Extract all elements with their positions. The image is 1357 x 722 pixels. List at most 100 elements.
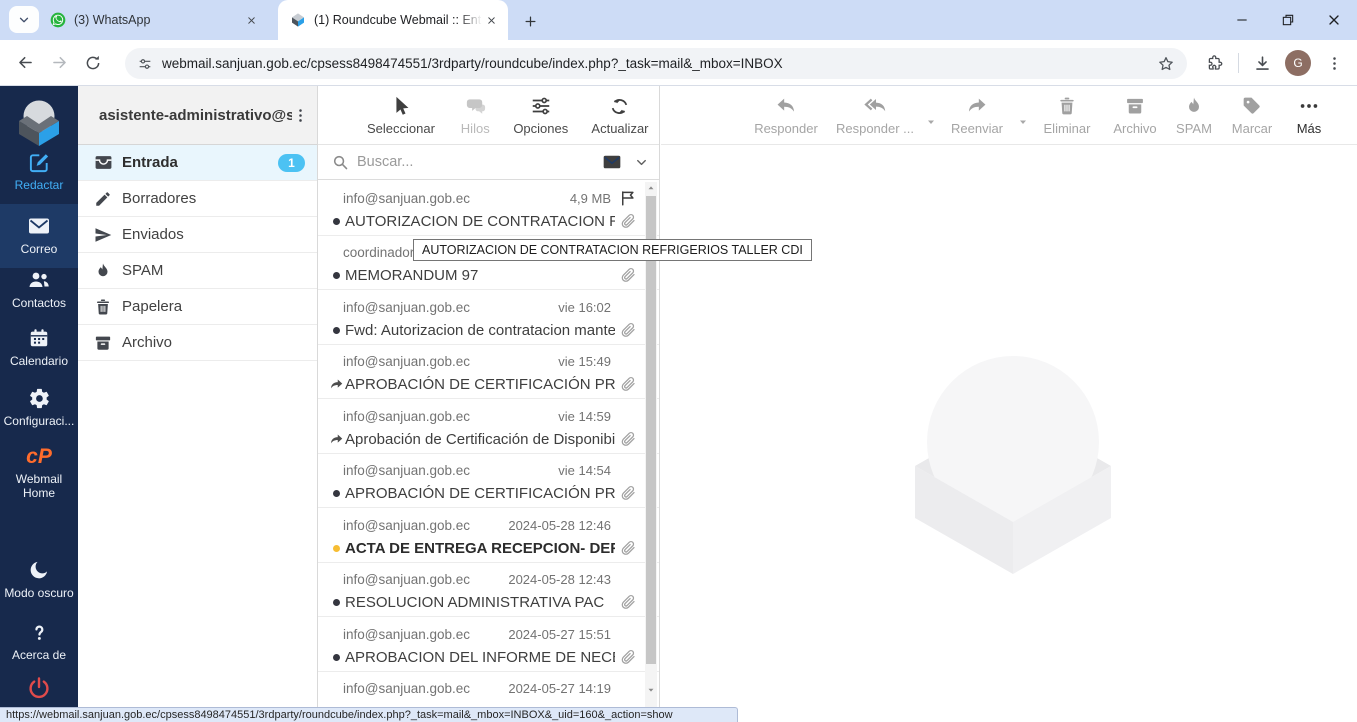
message-subject: ACTA DE ENTREGA RECEPCION- DEFINI... (345, 539, 615, 557)
minimize-button[interactable] (1219, 0, 1265, 40)
options-button[interactable]: Opciones (507, 94, 575, 136)
sidenav-item-calendar[interactable]: Calendario (0, 326, 78, 368)
back-button[interactable] (8, 46, 42, 80)
folder-item-spam[interactable]: SPAM (78, 253, 317, 289)
message-subject: Fwd: Autorizacion de contratacion mante.… (345, 321, 615, 339)
reply-all-button[interactable]: Responder ... (827, 94, 923, 136)
message-subject: Aprobación de Certificación de Disponibi… (345, 430, 615, 448)
browser-titlebar: (3) WhatsApp (1) Roundcube Webmail :: En… (0, 0, 1357, 40)
tab-roundcube[interactable]: (1) Roundcube Webmail :: Entra (278, 0, 508, 40)
close-tab-icon[interactable] (242, 11, 260, 29)
spam-button[interactable]: SPAM (1167, 94, 1221, 136)
threads-icon (464, 94, 487, 118)
delete-button[interactable]: Eliminar (1031, 94, 1103, 136)
sidenav-item-logout[interactable] (0, 676, 78, 700)
account-name: asistente-administrativo@sa... (99, 106, 292, 124)
scrollbar-thumb[interactable] (646, 196, 656, 664)
list-scrollbar[interactable] (645, 182, 657, 722)
refresh-label: Actualizar (591, 121, 649, 136)
roundcube-logo (11, 94, 67, 150)
bookmark-star-icon[interactable] (1157, 55, 1175, 73)
forward-label: Reenviar (950, 121, 1004, 136)
spam-label: SPAM (1176, 121, 1212, 136)
sidenav-item-contacts[interactable]: Contactos (0, 268, 78, 310)
list-toolbar: Seleccionar Hilos Opciones Actualizar (318, 86, 659, 145)
message-subject: RESOLUCION ADMINISTRATIVA PAC (345, 594, 605, 611)
message-date: 2024-05-27 14:19 (508, 681, 611, 696)
folder-item-trash[interactable]: Papelera (78, 289, 317, 325)
search-scope-icon[interactable] (602, 152, 622, 172)
scroll-down-icon[interactable] (645, 684, 657, 696)
reply-all-caret-icon[interactable] (925, 116, 937, 128)
forward-button[interactable]: Reenviar (939, 94, 1015, 136)
mark-button[interactable]: Marcar (1221, 94, 1283, 136)
profile-avatar[interactable]: G (1285, 50, 1311, 76)
tab-whatsapp[interactable]: (3) WhatsApp (40, 0, 268, 40)
message-sender: info@sanjuan.gob.ec (343, 572, 471, 587)
folder-item-drafts[interactable]: Borradores (78, 181, 317, 217)
attachment-icon (615, 485, 637, 502)
message-row[interactable]: info@sanjuan.gob.ec 4,9 MB AUTORIZACION … (318, 181, 659, 236)
message-row[interactable]: info@sanjuan.gob.ec 2024-05-27 15:51 APR… (318, 617, 659, 672)
inbox-icon (93, 153, 113, 172)
message-row[interactable]: info@sanjuan.gob.ec 2024-05-28 12:43 RES… (318, 563, 659, 617)
search-options-chevron-icon[interactable] (634, 155, 649, 170)
sidenav-item-about[interactable]: Acerca de (0, 620, 78, 662)
folder-item-sent[interactable]: Enviados (78, 217, 317, 253)
folder-menu-icon[interactable] (292, 107, 309, 124)
message-row[interactable]: info@sanjuan.gob.ec vie 14:54 APROBACIÓN… (318, 454, 659, 508)
new-tab-button[interactable] (518, 9, 542, 33)
send-icon (93, 226, 113, 244)
refresh-button[interactable]: Actualizar (581, 94, 659, 136)
status-dot-icon (328, 653, 344, 661)
attachment-icon (615, 213, 637, 230)
message-row[interactable]: info@sanjuan.gob.ec 2024-05-28 12:46 ACT… (318, 508, 659, 563)
sidenav-item-mail[interactable]: Correo (0, 204, 78, 268)
browser-menu-icon[interactable] (1317, 46, 1351, 80)
close-window-button[interactable] (1311, 0, 1357, 40)
roundcube-favicon (290, 12, 306, 28)
downloads-icon[interactable] (1245, 46, 1279, 80)
extensions-icon[interactable] (1198, 46, 1232, 80)
forward-button[interactable] (42, 46, 76, 80)
folder-item-inbox[interactable]: Entrada 1 (78, 145, 317, 181)
tab-search-button[interactable] (9, 6, 39, 33)
select-label: Seleccionar (366, 121, 435, 136)
message-sender: info@sanjuan.gob.ec (343, 190, 471, 206)
search-input[interactable] (357, 154, 594, 170)
reload-button[interactable] (76, 46, 110, 80)
scroll-up-icon[interactable] (645, 182, 657, 194)
flag-icon[interactable] (611, 189, 637, 207)
sidenav-item-webmail-home[interactable]: cP Webmail Home (0, 444, 78, 500)
compose-icon (28, 150, 51, 174)
message-row[interactable]: info@sanjuan.gob.ec vie 16:02 Fwd: Autor… (318, 290, 659, 345)
forward-caret-icon[interactable] (1017, 116, 1029, 128)
threads-button[interactable]: Hilos (450, 94, 501, 136)
restore-button[interactable] (1265, 0, 1311, 40)
status-dot-icon (328, 272, 344, 279)
sidenav-label: Configuraci... (3, 414, 75, 428)
sidenav-item-settings[interactable]: Configuraci... (0, 386, 78, 428)
contacts-icon (27, 268, 51, 292)
subject-tooltip: AUTORIZACION DE CONTRATACION REFRIGERIOS… (413, 239, 812, 261)
archive-icon (93, 334, 113, 352)
roundcube-watermark (903, 338, 1123, 596)
message-date: 2024-05-28 12:43 (508, 572, 611, 587)
message-row[interactable]: info@sanjuan.gob.ec vie 14:59 Aprobación… (318, 399, 659, 454)
message-row[interactable]: info@sanjuan.gob.ec vie 15:49 APROBACIÓN… (318, 345, 659, 399)
threads-label: Hilos (460, 121, 490, 136)
message-sender: info@sanjuan.gob.ec (343, 463, 471, 478)
sidenav-item-dark-mode[interactable]: Modo oscuro (0, 558, 78, 600)
close-tab-icon[interactable] (482, 11, 500, 29)
options-icon (530, 94, 552, 118)
folder-item-archive[interactable]: Archivo (78, 325, 317, 361)
more-button[interactable]: Más (1283, 94, 1335, 136)
reply-button[interactable]: Responder (745, 94, 827, 136)
select-button[interactable]: Seleccionar (358, 94, 444, 136)
address-bar[interactable]: webmail.sanjuan.gob.ec/cpsess8498474551/… (125, 48, 1187, 79)
sidenav-item-compose[interactable]: Redactar (0, 150, 78, 192)
url-text[interactable]: webmail.sanjuan.gob.ec/cpsess8498474551/… (162, 56, 1157, 71)
folder-label: SPAM (122, 262, 164, 279)
archive-button[interactable]: Archivo (1103, 94, 1167, 136)
site-settings-icon[interactable] (137, 56, 153, 72)
